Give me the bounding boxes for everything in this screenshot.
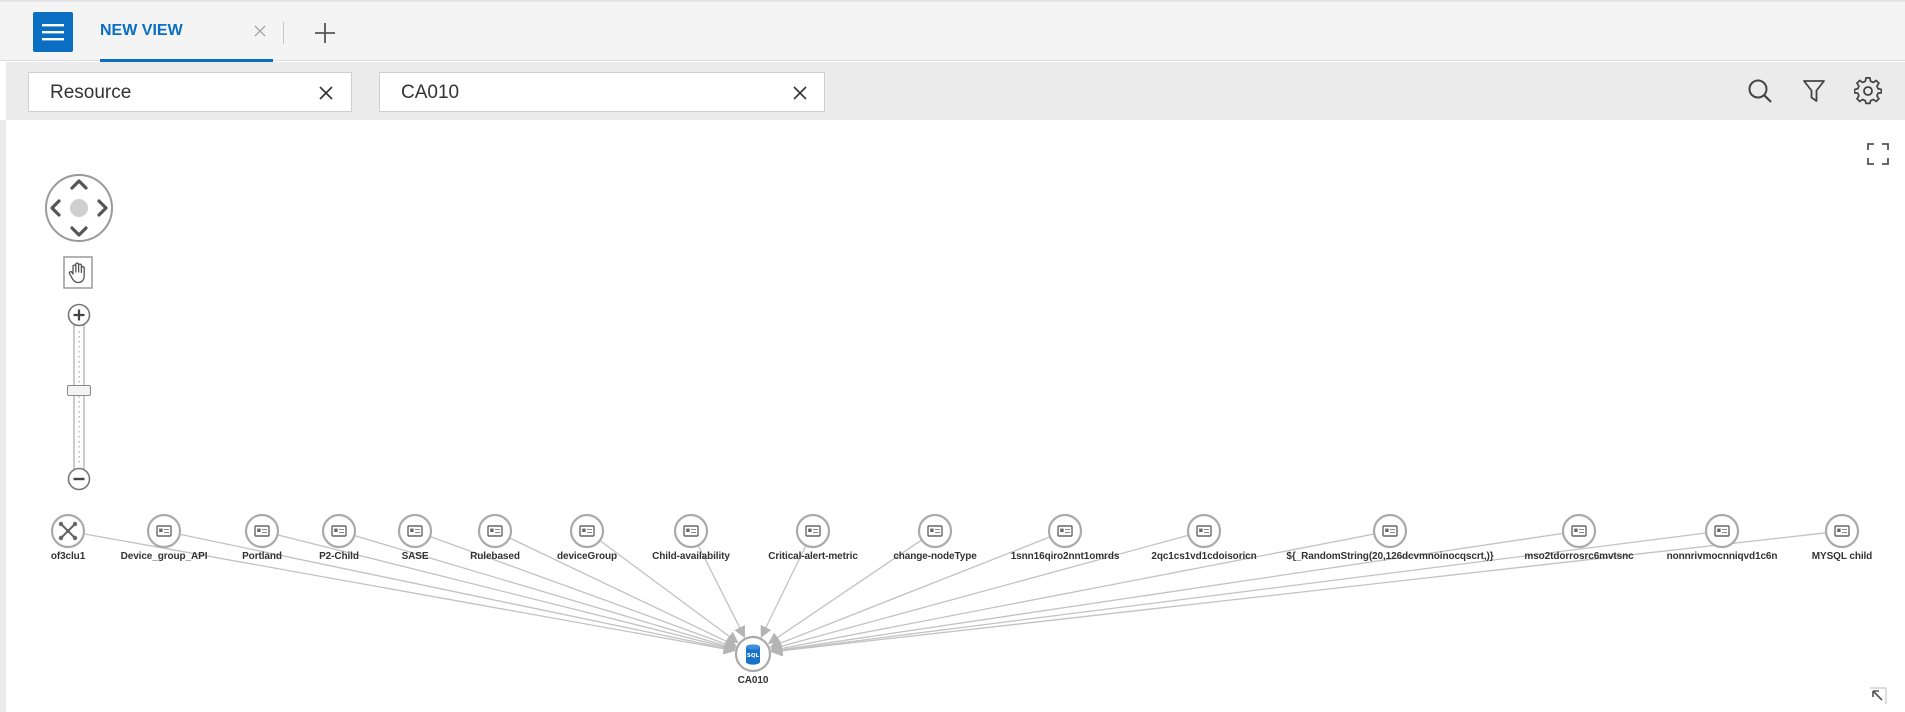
topology-node[interactable] [1186,513,1222,549]
target-node[interactable]: SQL [734,635,772,673]
device-group-icon [1714,525,1730,537]
node-label-2: Portland [242,551,282,562]
topology-node[interactable] [795,513,831,549]
svg-text:SQL: SQL [747,653,760,659]
device-group-icon [407,525,423,537]
sql-database-icon: SQL [746,644,760,665]
node-label-3: P2-Child [319,551,359,562]
device-group-icon [1834,525,1850,537]
topology-node[interactable] [673,513,709,549]
topology-graph: SQL [50,513,1860,673]
pan-navigation-control[interactable] [44,173,114,243]
node-label-5: Rulebased [470,551,520,562]
node-label-0: of3clu1 [50,551,86,562]
topology-node[interactable] [146,513,182,549]
node-label-7: Child-availability [652,551,730,562]
topology-node[interactable] [1824,513,1860,549]
topology-node[interactable] [1372,513,1408,549]
topology-node[interactable] [244,513,280,549]
node-label-8: Critical-alert-metric [768,551,858,562]
device-group-icon [156,525,172,537]
zoom-in-icon[interactable] [67,303,91,327]
topology-node[interactable] [569,513,605,549]
node-label-9: change-nodeType [893,551,977,562]
node-label-1: Device_group_API [120,551,208,562]
device-group-icon [331,525,347,537]
hand-tool-button[interactable] [63,256,93,289]
zoom-out-icon[interactable] [67,467,91,491]
topology-node[interactable] [917,513,953,549]
zoom-slider-handle[interactable] [67,385,91,396]
device-group-icon [487,525,503,537]
topology-node[interactable] [397,513,433,549]
device-group-icon [927,525,943,537]
node-label-14: nonnrivmocnniqvd1c6n [1666,551,1778,562]
node-label-12: ${_RandomString(20,126dcvmnoinocqscrt,)} [1286,551,1494,562]
node-label-11: 2qc1cs1vd1cdoisoricn [1151,551,1257,562]
device-group-icon [805,525,821,537]
device-group-icon [1057,525,1073,537]
node-label-15: MYSQL child [1811,551,1873,562]
fullscreen-icon[interactable] [1866,142,1890,166]
node-label-6: deviceGroup [556,551,618,562]
device-group-icon [683,525,699,537]
zoom-slider-track[interactable] [73,325,85,469]
target-node-label: CA010 [737,675,769,686]
topology-node[interactable] [1704,513,1740,549]
device-group-icon [579,525,595,537]
device-group-icon [1382,525,1398,537]
node-label-13: mso2tdorrosrc6mvtsnc [1524,551,1634,562]
node-label-4: SASE [401,551,429,562]
topology-node[interactable] [1047,513,1083,549]
device-group-icon [254,525,270,537]
topology-node[interactable] [477,513,513,549]
collapse-overview-icon[interactable] [1869,687,1887,705]
topology-node[interactable] [1561,513,1597,549]
device-group-icon [1571,525,1587,537]
node-label-10: 1snn16qiro2nnt1omrds [1010,551,1120,562]
device-group-icon [1196,525,1212,537]
topology-node[interactable] [50,513,86,549]
topology-node[interactable] [321,513,357,549]
nodes-layer: SQL [50,513,1860,673]
